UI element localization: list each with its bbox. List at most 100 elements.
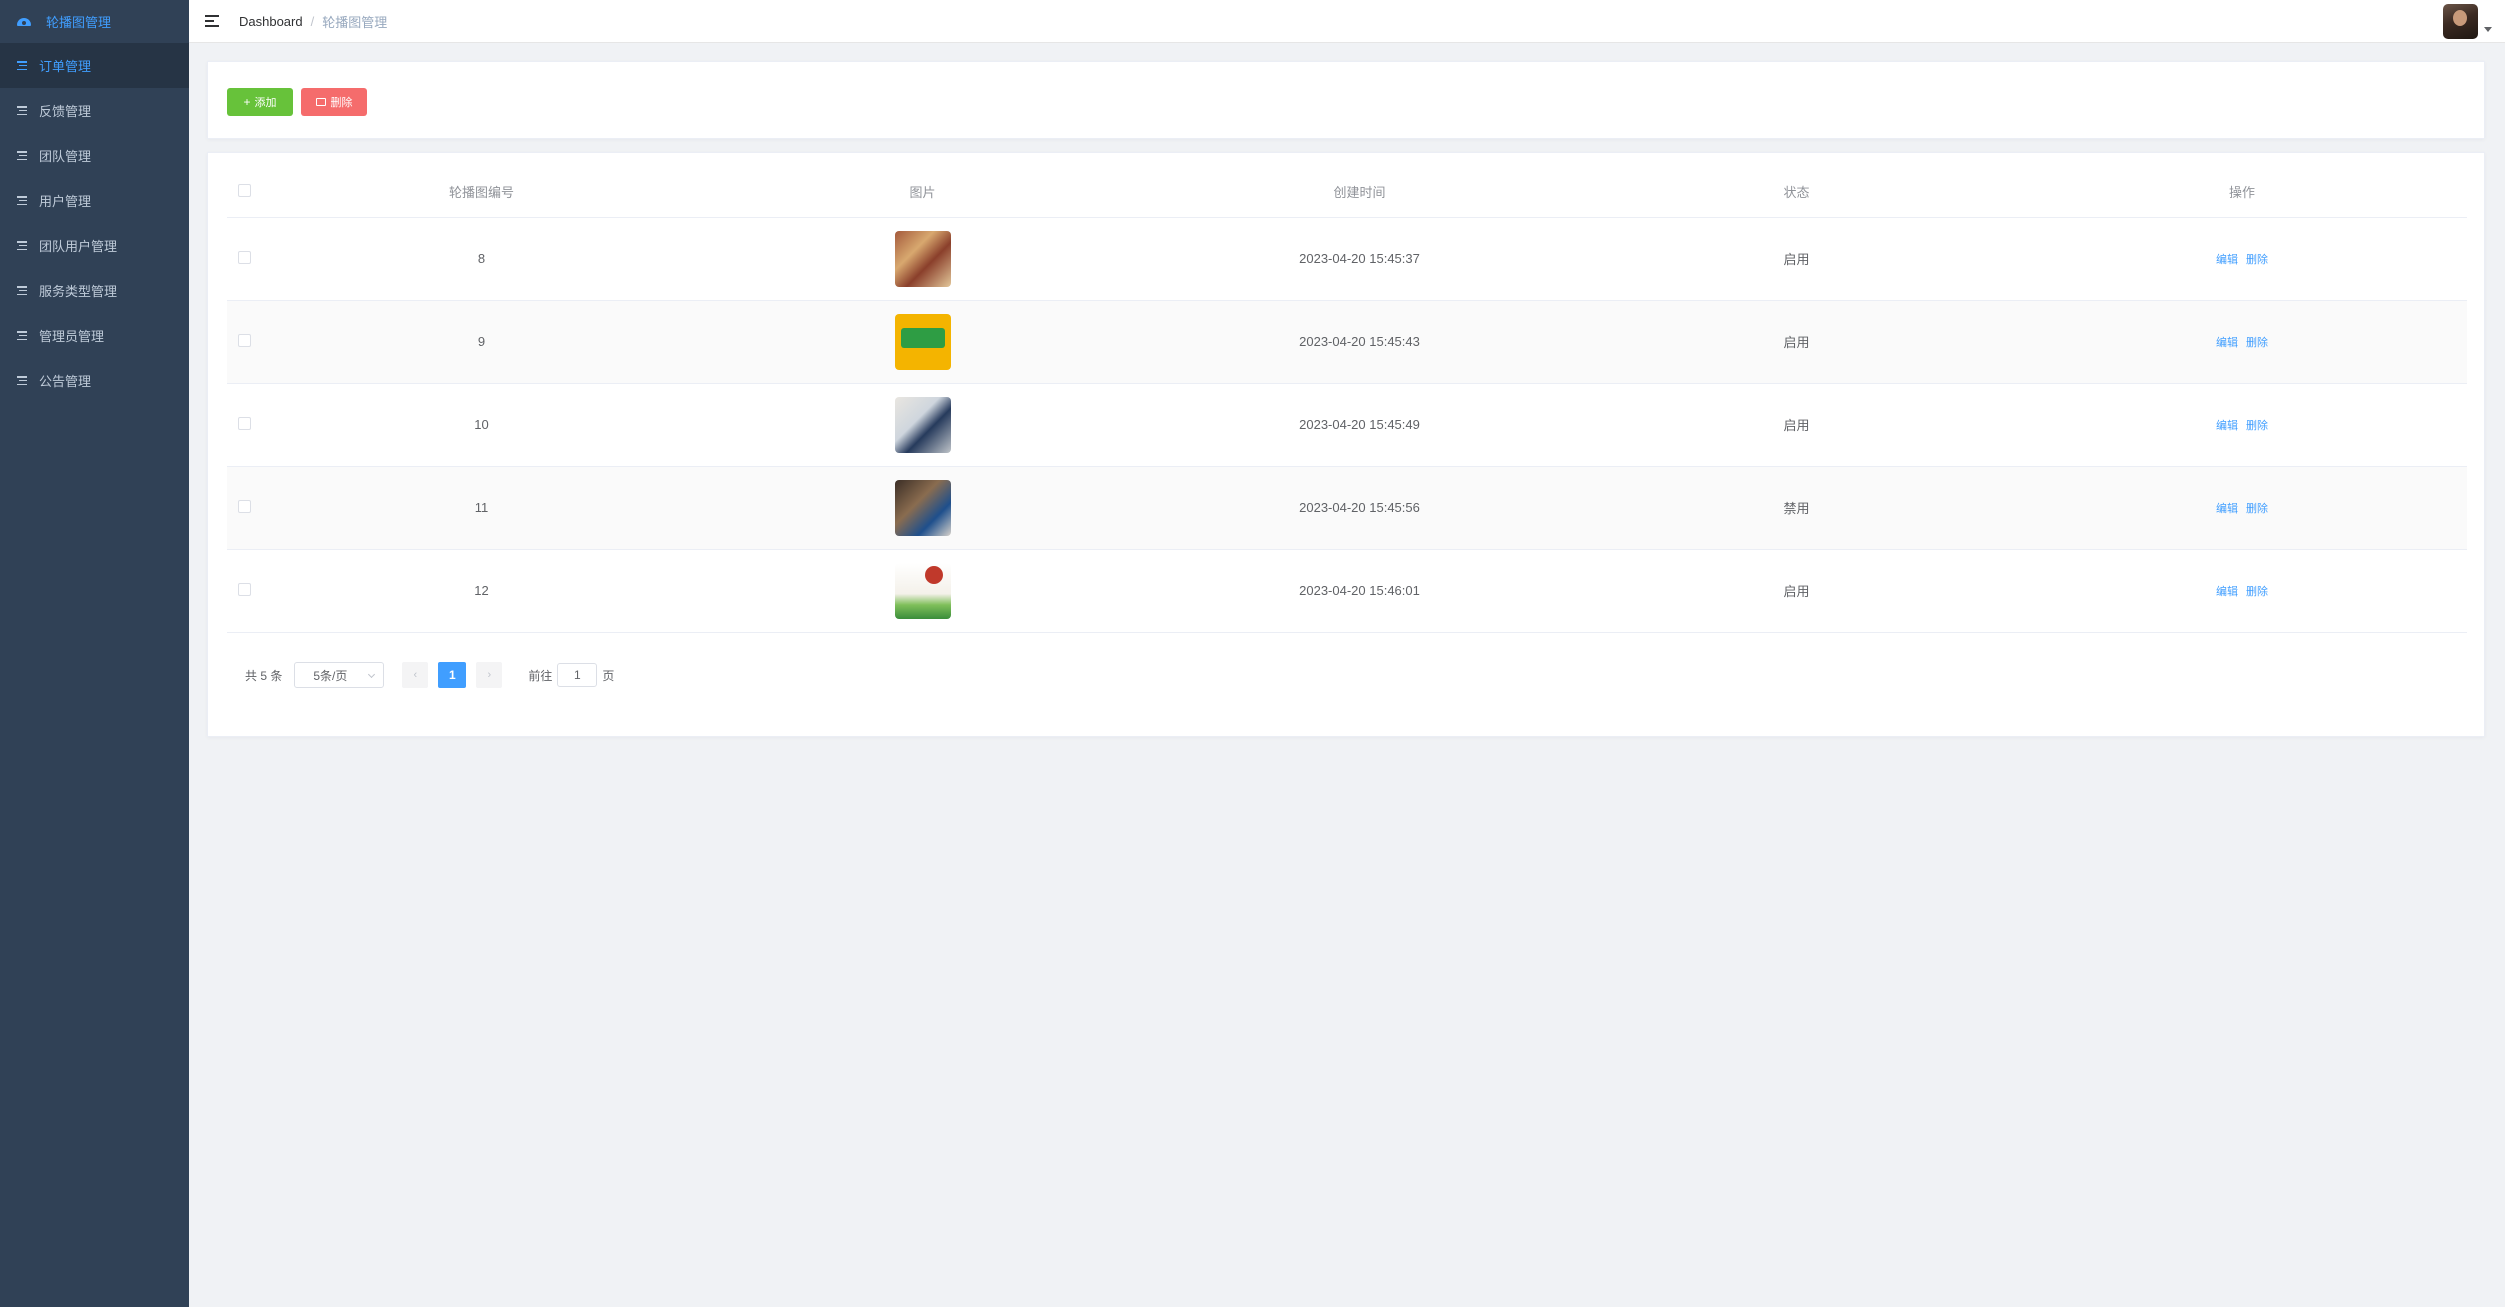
sidebar-item-announcements[interactable]: 公告管理 bbox=[0, 358, 189, 403]
row-id: 11 bbox=[261, 466, 702, 550]
page-size-value: 5条/页 bbox=[313, 668, 348, 683]
row-status: 启用 bbox=[1576, 549, 2017, 633]
row-id: 10 bbox=[261, 383, 702, 467]
folder-icon bbox=[315, 98, 326, 106]
select-all-cell bbox=[227, 167, 261, 218]
sidebar-item-carousel[interactable]: 轮播图管理 bbox=[0, 0, 189, 43]
delete-link[interactable]: 删除 bbox=[2246, 586, 2268, 598]
sliders-icon bbox=[17, 376, 27, 385]
row-created: 2023-04-20 15:45:43 bbox=[1143, 300, 1576, 384]
toolbar-panel: + 添加 删除 bbox=[207, 61, 2485, 139]
delete-link[interactable]: 删除 bbox=[2246, 503, 2268, 515]
table-row: 12 2023-04-20 15:46:01 启用 编辑 删除 bbox=[227, 549, 2467, 633]
breadcrumb-home[interactable]: Dashboard bbox=[239, 14, 303, 29]
sidebar-item-label: 服务类型管理 bbox=[39, 284, 118, 299]
sidebar-item-label: 公告管理 bbox=[39, 374, 92, 389]
caret-down-icon[interactable] bbox=[2484, 27, 2492, 32]
sidebar-item-feedback[interactable]: 反馈管理 bbox=[0, 88, 189, 133]
delete-link[interactable]: 删除 bbox=[2246, 337, 2268, 349]
sidebar-item-label: 订单管理 bbox=[39, 59, 92, 74]
table-row: 10 2023-04-20 15:45:49 启用 编辑 删除 bbox=[227, 383, 2467, 467]
page-number-active[interactable]: 1 bbox=[438, 662, 467, 688]
sidebar-item-label: 团队用户管理 bbox=[39, 239, 118, 254]
column-header: 操作 bbox=[2017, 167, 2467, 218]
pagination-total: 共 5 条 bbox=[245, 668, 283, 683]
sidebar-item-label: 反馈管理 bbox=[39, 104, 92, 119]
row-created: 2023-04-20 15:45:49 bbox=[1143, 383, 1576, 467]
breadcrumb-current: 轮播图管理 bbox=[322, 14, 388, 30]
column-header: 状态 bbox=[1576, 167, 2017, 218]
prev-page-button[interactable]: ‹ bbox=[402, 662, 429, 688]
breadcrumb-separator: / bbox=[310, 13, 315, 29]
goto-page-input[interactable] bbox=[557, 663, 598, 687]
row-created: 2023-04-20 15:46:01 bbox=[1143, 549, 1576, 633]
select-all-checkbox[interactable] bbox=[237, 183, 251, 197]
sliders-icon bbox=[17, 241, 27, 250]
plus-icon: + bbox=[243, 95, 251, 109]
table-header-row: 轮播图编号 图片 创建时间 状态 操作 bbox=[227, 167, 2467, 218]
row-id: 8 bbox=[261, 217, 702, 301]
add-button[interactable]: + 添加 bbox=[227, 88, 293, 116]
sliders-icon bbox=[17, 331, 27, 340]
sliders-icon bbox=[17, 286, 27, 295]
sidebar-item-label: 用户管理 bbox=[39, 194, 92, 209]
column-header: 图片 bbox=[702, 167, 1143, 218]
chevron-right-icon: › bbox=[487, 669, 492, 681]
carousel-image[interactable] bbox=[894, 230, 951, 287]
breadcrumb: Dashboard / 轮播图管理 bbox=[239, 12, 387, 31]
dashboard-icon bbox=[17, 17, 31, 27]
row-checkbox[interactable] bbox=[237, 250, 251, 264]
sidebar-item-users[interactable]: 用户管理 bbox=[0, 178, 189, 223]
row-status: 启用 bbox=[1576, 217, 2017, 301]
carousel-table: 轮播图编号 图片 创建时间 状态 操作 8 2023-04-20 15:45:3… bbox=[227, 167, 2467, 633]
sliders-icon bbox=[17, 106, 27, 115]
row-status: 启用 bbox=[1576, 383, 2017, 467]
row-id: 12 bbox=[261, 549, 702, 633]
sidebar-item-label: 管理员管理 bbox=[39, 329, 105, 344]
sidebar-item-team-users[interactable]: 团队用户管理 bbox=[0, 223, 189, 268]
carousel-image[interactable] bbox=[894, 562, 951, 619]
edit-link[interactable]: 编辑 bbox=[2216, 254, 2238, 266]
row-checkbox[interactable] bbox=[237, 416, 251, 430]
sidebar-item-service-types[interactable]: 服务类型管理 bbox=[0, 268, 189, 313]
page-jumper: 前往 页 bbox=[528, 663, 614, 687]
sliders-icon bbox=[17, 196, 27, 205]
edit-link[interactable]: 编辑 bbox=[2216, 586, 2238, 598]
next-page-button[interactable]: › bbox=[476, 662, 503, 688]
edit-link[interactable]: 编辑 bbox=[2216, 503, 2238, 515]
delete-button[interactable]: 删除 bbox=[301, 88, 367, 116]
sliders-icon bbox=[17, 61, 27, 70]
delete-link[interactable]: 删除 bbox=[2246, 254, 2268, 266]
sliders-icon bbox=[17, 151, 27, 160]
row-status: 禁用 bbox=[1576, 466, 2017, 550]
delete-link[interactable]: 删除 bbox=[2246, 420, 2268, 432]
sidebar: 轮播图管理 订单管理 反馈管理 团队管理 用户管理 团队用户管理 服务类型管理 … bbox=[0, 0, 189, 1307]
row-created: 2023-04-20 15:45:37 bbox=[1143, 217, 1576, 301]
sidebar-item-orders[interactable]: 订单管理 bbox=[0, 43, 189, 88]
carousel-image[interactable] bbox=[894, 479, 951, 536]
sidebar-item-admins[interactable]: 管理员管理 bbox=[0, 313, 189, 358]
row-checkbox[interactable] bbox=[237, 333, 251, 347]
hamburger-menu-icon[interactable] bbox=[205, 15, 219, 27]
sidebar-header-label: 轮播图管理 bbox=[46, 15, 112, 30]
edit-link[interactable]: 编辑 bbox=[2216, 420, 2238, 432]
avatar[interactable] bbox=[2443, 4, 2478, 39]
pagination: 共 5 条 5条/页 ‹ 1 › 前往 页 bbox=[245, 662, 614, 688]
row-checkbox[interactable] bbox=[237, 582, 251, 596]
page-size-select[interactable]: 5条/页 bbox=[294, 662, 385, 688]
row-created: 2023-04-20 15:45:56 bbox=[1143, 466, 1576, 550]
edit-link[interactable]: 编辑 bbox=[2216, 337, 2238, 349]
add-button-label: 添加 bbox=[254, 97, 277, 109]
carousel-image[interactable] bbox=[894, 396, 951, 453]
row-checkbox[interactable] bbox=[237, 499, 251, 513]
sidebar-item-teams[interactable]: 团队管理 bbox=[0, 133, 189, 178]
delete-button-label: 删除 bbox=[330, 97, 353, 109]
navbar: Dashboard / 轮播图管理 bbox=[189, 0, 2505, 43]
goto-suffix: 页 bbox=[602, 668, 615, 683]
table-panel: 轮播图编号 图片 创建时间 状态 操作 8 2023-04-20 15:45:3… bbox=[207, 152, 2485, 737]
carousel-image[interactable] bbox=[894, 313, 951, 370]
column-header: 轮播图编号 bbox=[261, 167, 702, 218]
sidebar-item-label: 团队管理 bbox=[39, 149, 92, 164]
chevron-left-icon: ‹ bbox=[413, 669, 418, 681]
row-status: 启用 bbox=[1576, 300, 2017, 384]
